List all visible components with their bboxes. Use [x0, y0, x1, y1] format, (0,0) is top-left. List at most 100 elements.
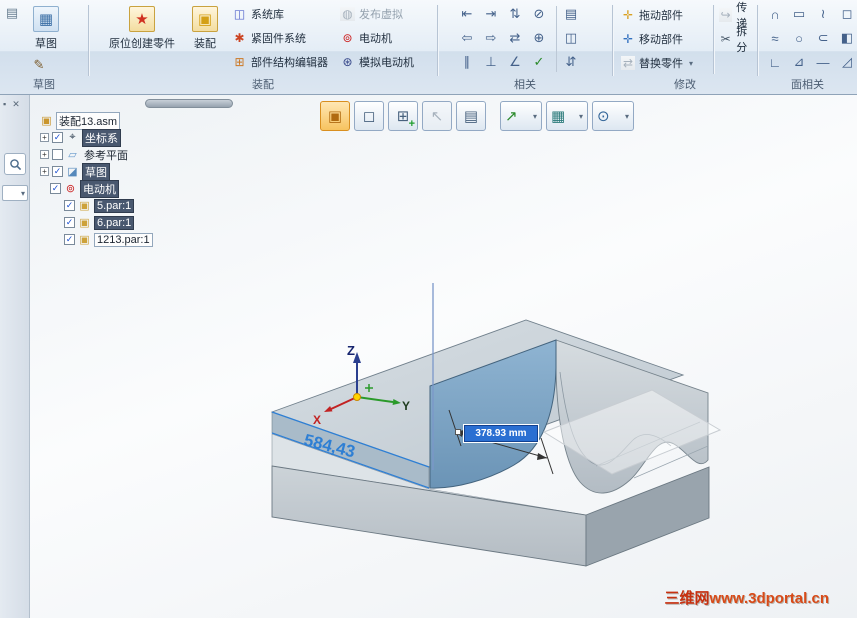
watermark-url: www.3dportal.cn [709, 590, 829, 607]
tree-root[interactable]: ▣ 装配13.asm [40, 111, 121, 130]
expand-icon[interactable]: + [40, 150, 49, 159]
replace-part-button[interactable]: ⇄ 替换零件 ▾ [621, 52, 693, 74]
tree-item-coordinate-system[interactable]: + ✓ ⌖ 坐标系 [40, 128, 121, 147]
arrow-tool-button[interactable]: ↗ ▾ [500, 101, 542, 131]
search-button[interactable] [4, 153, 26, 175]
face-region-icon[interactable]: ▭ [788, 3, 810, 25]
target-circle-button[interactable]: ⊙ ▾ [592, 101, 634, 131]
face-approx-icon[interactable]: ≈ [764, 27, 786, 49]
face-wave-icon[interactable]: ≀ [812, 3, 834, 25]
parallel-relation-icon[interactable]: ∥ [456, 51, 478, 73]
transfer-icon: ↪ [719, 8, 733, 22]
checkbox-checked[interactable]: ✓ [64, 200, 75, 211]
swap-relation-icon[interactable]: ⇵ [560, 51, 582, 73]
add-part-button[interactable]: ⊞ + [388, 101, 418, 131]
watermark: 三维网www.3dportal.cn [665, 587, 829, 608]
pencil-icon[interactable]: ✎ [28, 54, 50, 76]
checkbox-checked[interactable]: ✓ [64, 234, 75, 245]
chevron-down-icon: ▾ [578, 111, 583, 121]
create-inplace-button[interactable]: ★ 原位创建零件 [103, 3, 181, 75]
hide-part-button[interactable]: ◻ [354, 101, 384, 131]
face-curve-icon[interactable]: ∩ [764, 3, 786, 25]
tree-item-label: 参考平面 [84, 149, 128, 162]
tree-item-part-6[interactable]: ✓ ▣ 6.par:1 [64, 214, 135, 231]
mini-divider [555, 6, 557, 72]
drag-component-button[interactable]: ✛ 拖动部件 [621, 4, 683, 26]
ribbon: ▤ ▦ 草图 ✎ 草图 ★ 原位创建零件 ▣ 装配 ◫ 系统库 ✱ 紧固件系统 … [0, 0, 857, 95]
report-list-icon: ▤ [463, 108, 479, 125]
structure-editor-button[interactable]: ⊞ 部件结构编辑器 [229, 50, 331, 74]
motor-icon: ⊚ [342, 31, 353, 45]
face-box-icon[interactable]: ◻ [836, 3, 857, 25]
group-label-sketch: 草图 [33, 79, 55, 91]
motor-button[interactable]: ⊚ 电动机 [337, 26, 417, 50]
cad-application-window: 584,43 Z X Y ▤ ▦ 草图 ✎ 草图 ★ 原位创建零件 ▣ 装配 ◫… [0, 0, 857, 618]
tree-item-label: 1213.par:1 [94, 232, 153, 247]
checkbox-checked[interactable]: ✓ [64, 217, 75, 228]
tree-item-motor[interactable]: ✓ ⊚ 电动机 [50, 179, 119, 198]
dimension-value-box[interactable]: 378.93 mm [464, 425, 538, 442]
face-triangle-icon[interactable]: ⊿ [788, 51, 810, 73]
sketch-icon: ▦ [33, 6, 59, 32]
checkbox-checked[interactable]: ✓ [50, 183, 61, 194]
checkbox-unchecked[interactable] [52, 149, 63, 160]
fastener-system-button[interactable]: ✱ 紧固件系统 [229, 26, 331, 50]
flush-align-icon[interactable]: ⇤ [456, 3, 478, 25]
cam-relation-icon[interactable]: ⊕ [528, 27, 550, 49]
sketch-button-label: 草图 [35, 38, 57, 50]
strip-dropdown[interactable]: ▾ [2, 185, 28, 201]
angle-relation-icon[interactable]: ⇨ [480, 27, 502, 49]
expand-icon[interactable]: + [40, 167, 49, 176]
ribbon-group-related: ⇤ ⇥ ⇅ ⊘ ▤ ⇦ ⇨ ⇄ ⊕ ◫ ∥ ⊥ ∠ ✓ ⇵ 相关 [438, 0, 612, 94]
simulate-motor-button[interactable]: ⊛ 模拟电动机 [337, 50, 417, 74]
create-inplace-icon: ★ [129, 6, 155, 32]
tree-item-sketch[interactable]: + ✓ ◪ 草图 [40, 162, 110, 181]
split-button[interactable]: ✂ 拆分 [719, 26, 757, 54]
publish-virtual-button[interactable]: ◍ 发布虚拟 [337, 2, 417, 26]
match-coordinate-icon[interactable]: ◫ [560, 27, 582, 49]
dimension-handle[interactable] [455, 429, 461, 435]
axial-align-icon[interactable]: ⇅ [504, 3, 526, 25]
face-circle-icon[interactable]: ○ [788, 27, 810, 49]
insert-relation-icon[interactable]: ⊘ [528, 3, 550, 25]
hide-part-icon: ◻ [362, 108, 376, 125]
connect-icon[interactable]: ⇦ [456, 27, 478, 49]
group-label-related: 相关 [514, 79, 536, 91]
part-icon: ▣ [79, 217, 90, 229]
tree-item-reference-planes[interactable]: + ▱ 参考平面 [40, 146, 130, 163]
checkbox-checked[interactable]: ✓ [52, 132, 63, 143]
checkbox-checked[interactable]: ✓ [52, 166, 63, 177]
ribbon-group-modify: ✛ 拖动部件 ✛ 移动部件 ⇄ 替换零件 ▾ ↪ 传递 ✂ 拆分 修改 [613, 0, 757, 94]
perpendicular-relation-icon[interactable]: ⊥ [480, 51, 502, 73]
ribbon-group-assembly: ★ 原位创建零件 ▣ 装配 ◫ 系统库 ✱ 紧固件系统 ⊞ 部件结构编辑器 ◍ … [89, 0, 437, 94]
assemble-button[interactable]: ▣ 装配 [185, 3, 225, 75]
page-icon[interactable]: ▤ [1, 2, 23, 24]
window-grid-button[interactable]: ▦ ▾ [546, 101, 588, 131]
report-list-button[interactable]: ▤ [456, 101, 486, 131]
tangent-icon[interactable]: ⇄ [504, 27, 526, 49]
assembly-tree: ▣ 装配13.asm + ✓ ⌖ 坐标系 + ▱ 参考平面 + ✓ ◪ 草图 ✓… [40, 111, 210, 258]
expand-icon[interactable]: + [40, 133, 49, 142]
pin-icon[interactable]: ▪ [3, 99, 6, 110]
drag-component-icon: ✛ [622, 8, 634, 22]
select-cursor-button[interactable]: ↖ [422, 101, 452, 131]
face-subset-icon[interactable]: ⊂ [812, 27, 834, 49]
face-line-icon[interactable]: — [812, 51, 834, 73]
ribbon-group-sketch: ▤ ▦ 草图 ✎ 草图 [0, 0, 88, 94]
horizontal-scroll-thumb[interactable] [145, 99, 233, 108]
angle-icon[interactable]: ∠ [504, 51, 526, 73]
face-wedge-icon[interactable]: ◿ [836, 51, 857, 73]
close-icon[interactable]: ✕ [12, 99, 20, 110]
face-half-icon[interactable]: ◧ [836, 27, 857, 49]
planar-align-icon[interactable]: ⇥ [480, 3, 502, 25]
plus-badge-icon: + [408, 118, 415, 130]
system-library-button[interactable]: ◫ 系统库 [229, 2, 331, 26]
relation-list-icon[interactable]: ▤ [560, 3, 582, 25]
tree-item-part-5[interactable]: ✓ ▣ 5.par:1 [64, 197, 135, 214]
move-component-button[interactable]: ✛ 移动部件 [621, 28, 683, 50]
face-corner-icon[interactable]: ∟ [764, 51, 786, 73]
assemble-icon: ▣ [192, 6, 218, 32]
check-relation-icon[interactable]: ✓ [528, 51, 550, 73]
show-part-button[interactable]: ▣ [320, 101, 350, 131]
tree-item-part-1213[interactable]: ✓ ▣ 1213.par:1 [64, 231, 153, 248]
